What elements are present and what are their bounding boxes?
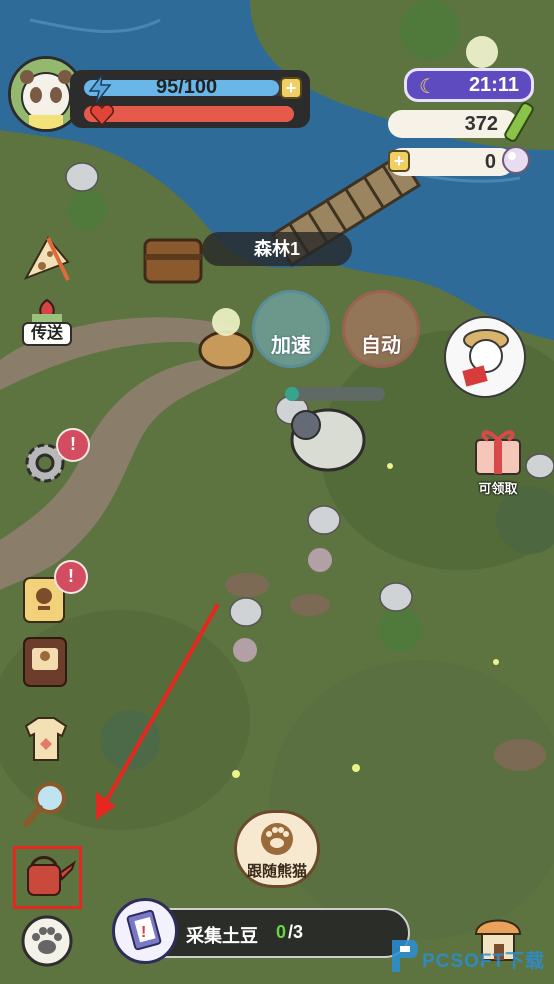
npc-panda-icon xyxy=(462,329,509,387)
paw-print-icon xyxy=(261,823,293,855)
watermark-text: PCSOFT下载 xyxy=(422,951,546,972)
magnifier-icon xyxy=(23,782,66,827)
gift-box-icon xyxy=(475,430,521,475)
speed-up-label: 加速 xyxy=(271,335,311,357)
lightning-icon xyxy=(88,75,112,103)
plus-icon: + xyxy=(285,78,297,98)
watering-can-button[interactable] xyxy=(13,846,82,909)
quest-text: 采集土豆 xyxy=(186,926,258,946)
health-bar xyxy=(84,106,294,122)
settings-alert-badge: ! xyxy=(56,428,90,462)
pcsoft-logo-icon xyxy=(392,940,418,972)
paw-icon xyxy=(21,915,73,967)
energy-plus-button[interactable]: + xyxy=(280,77,302,99)
gift-button[interactable]: 可领取 xyxy=(466,426,530,498)
wardrobe-button[interactable] xyxy=(18,710,76,768)
map-button[interactable] xyxy=(18,232,76,290)
quest-progress-done: 0 xyxy=(276,922,287,942)
svg-text:!: ! xyxy=(141,924,146,941)
plus-icon: + xyxy=(393,151,405,171)
bamboo-count: 372 xyxy=(464,112,498,135)
pearl-icon xyxy=(502,146,530,174)
health-bar-fill xyxy=(84,106,294,122)
action-progress-fill xyxy=(285,387,299,401)
moon-icon: ☾ xyxy=(419,76,437,98)
paw-menu-button[interactable] xyxy=(18,912,76,970)
area-name-banner: 森林1 xyxy=(202,232,352,266)
bamboo-currency: 372 xyxy=(388,110,518,138)
action-progress-bar xyxy=(285,387,385,401)
quest-book-icon: ! xyxy=(112,898,178,964)
recipe-book-icon xyxy=(23,637,67,687)
clock-time: 21:11 xyxy=(468,73,519,96)
search-button[interactable] xyxy=(18,776,76,834)
shirt-icon xyxy=(24,717,68,761)
area-name: 森林1 xyxy=(253,239,300,259)
watermark: PCSOFT下载 xyxy=(386,936,554,976)
auto-button[interactable]: 自动 xyxy=(342,290,420,368)
recipe-book-button[interactable] xyxy=(18,632,76,690)
teleport-label: 传送 xyxy=(22,322,72,346)
clock-display: ☾ 21:11 xyxy=(404,68,534,102)
bamboo-icon xyxy=(504,102,534,142)
follow-panda-button[interactable]: 跟随熊猫 xyxy=(234,810,320,888)
pearl-plus-button[interactable]: + xyxy=(388,150,410,172)
collection-alert-badge: ! xyxy=(54,560,88,594)
speed-up-button[interactable]: 加速 xyxy=(252,290,330,368)
alert-mark: ! xyxy=(68,566,74,586)
npc-quest-giver[interactable] xyxy=(444,316,526,398)
quest-progress-total: /3 xyxy=(288,922,304,942)
energy-value: 95/100 xyxy=(156,76,218,98)
auto-label: 自动 xyxy=(361,335,401,357)
pearl-count: 0 xyxy=(484,150,496,173)
alert-mark: ! xyxy=(70,434,76,454)
follow-panda-label: 跟随熊猫 xyxy=(246,863,307,880)
map-fan-icon xyxy=(23,236,70,281)
quest-scroll-icon: ! xyxy=(126,909,162,951)
gift-label: 可领取 xyxy=(478,481,518,496)
watering-can-icon xyxy=(27,856,76,896)
teleport-button[interactable]: 传送 xyxy=(18,296,76,352)
heart-icon xyxy=(90,104,114,126)
